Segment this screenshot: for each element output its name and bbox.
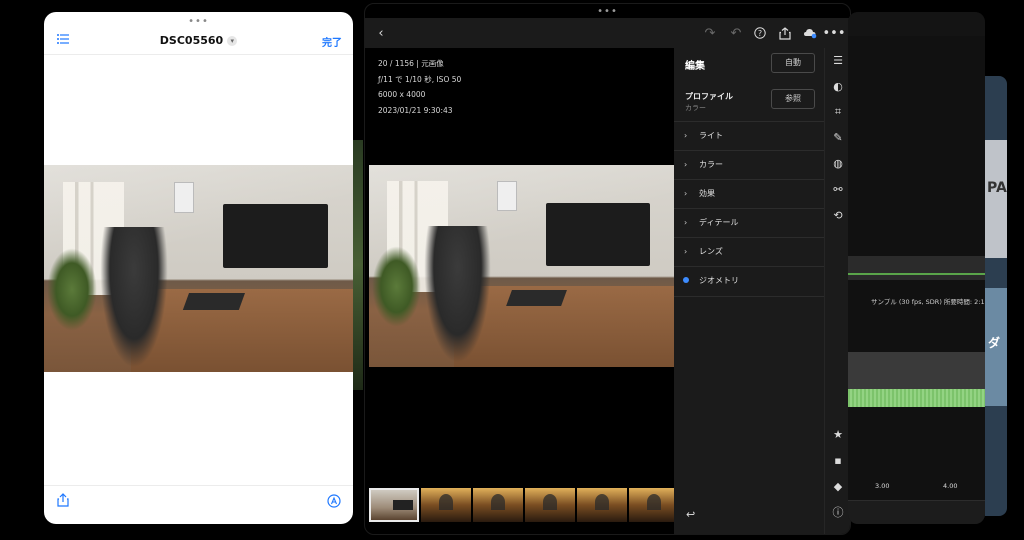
svg-text:?: ?	[758, 29, 762, 38]
chevron-right-icon: ›	[684, 131, 688, 140]
window-grabber[interactable]: •••	[597, 6, 618, 17]
help-icon[interactable]: ?	[752, 25, 768, 41]
info-date: 2023/01/21 9:30:43	[378, 105, 453, 115]
filmstrip	[369, 488, 674, 522]
chevron-right-icon: ›	[684, 247, 688, 256]
back-icon[interactable]: ‹	[373, 25, 389, 41]
section-label: レンズ	[699, 247, 723, 256]
window-grabber[interactable]: •••	[188, 16, 209, 27]
edit-sliders-icon[interactable]: ☰	[831, 54, 845, 68]
tool-strip: ☰ ◐ ⌗ ✎ ◍ ⚯ ⟲ ★ ▪ ◆ ⓘ	[824, 48, 850, 534]
comment-icon[interactable]: ▪	[831, 454, 845, 468]
presets-icon[interactable]: ◐	[831, 80, 845, 94]
divider	[44, 485, 353, 486]
window-footer	[848, 500, 985, 524]
chevron-down-icon: ▾	[227, 36, 238, 46]
chevron-right-icon: ›	[684, 160, 688, 169]
done-button[interactable]: 完了	[322, 34, 342, 49]
info-exposure: ƒ/11 で 1/10 秒, ISO 50	[378, 74, 462, 84]
share-icon[interactable]	[57, 493, 69, 507]
panel-title: 編集	[685, 61, 705, 72]
timeline-header	[848, 256, 985, 280]
profile-label: プロファイル	[685, 92, 733, 101]
section-label: ライト	[699, 131, 723, 140]
redo-icon[interactable]: ↷	[702, 25, 718, 41]
video-track	[848, 352, 985, 392]
crop-icon[interactable]: ⌗	[831, 105, 845, 119]
markup-icon[interactable]	[327, 494, 341, 508]
peek-text: ダ	[988, 336, 1001, 350]
masking-icon[interactable]: ◍	[831, 157, 845, 171]
lightroom-window: ••• ‹ ↷ ↶ ? ••• 20 / 1156 | 元画像 ƒ/11 で 1…	[364, 3, 851, 535]
modified-dot-icon	[683, 277, 689, 283]
clip-caption: サンプル (30 fps, SDR) 所要時間: 2:10.24	[871, 298, 985, 306]
file-title[interactable]: DSC05560 ▾	[44, 34, 353, 47]
background-edge	[353, 140, 363, 390]
filmstrip-thumb[interactable]	[421, 488, 471, 522]
peek-thumb: PA	[985, 140, 1007, 258]
timeline-tick: 3.00	[875, 482, 890, 490]
section-light[interactable]: › ライト	[674, 121, 824, 151]
section-effects[interactable]: › 効果	[674, 179, 824, 209]
section-detail[interactable]: › ディテール	[674, 208, 824, 238]
auto-button[interactable]: 自動	[771, 53, 815, 73]
more-icon[interactable]: •••	[823, 25, 846, 41]
chevron-right-icon: ›	[684, 218, 688, 227]
file-title-text: DSC05560	[159, 34, 224, 47]
section-geometry[interactable]: ジオメトリ	[674, 266, 824, 297]
tag-icon[interactable]: ◆	[831, 480, 845, 494]
peeking-window[interactable]: PA ダ	[985, 76, 1007, 516]
filmstrip-thumb[interactable]	[369, 488, 419, 522]
section-color[interactable]: › カラー	[674, 150, 824, 180]
info-dimensions: 6000 x 4000	[378, 90, 426, 99]
healing-brush-icon[interactable]: ✎	[831, 131, 845, 145]
chevron-right-icon: ›	[684, 189, 688, 198]
photo-info: 20 / 1156 | 元画像 ƒ/11 で 1/10 秒, ISO 50 60…	[378, 56, 461, 118]
photo-canvas[interactable]	[369, 165, 674, 367]
filmstrip-thumb[interactable]	[473, 488, 523, 522]
audio-waveform	[848, 389, 985, 407]
photo-viewer-window: ••• DSC05560 ▾ 完了	[44, 12, 353, 524]
section-label: カラー	[699, 160, 723, 169]
filmstrip-thumb[interactable]	[629, 488, 674, 522]
cloud-sync-icon[interactable]	[802, 25, 818, 41]
browse-button[interactable]: 参照	[771, 89, 815, 109]
profile-value: カラー	[685, 104, 706, 112]
window-header	[848, 12, 985, 36]
share-icon[interactable]	[777, 25, 793, 41]
timeline-tick: 4.00	[943, 482, 958, 490]
info-icon[interactable]: ⓘ	[831, 506, 845, 520]
photo-preview	[44, 165, 353, 372]
undo-icon[interactable]: ↶	[728, 25, 744, 41]
reset-icon[interactable]: ↩	[686, 508, 695, 521]
progress-line	[848, 273, 985, 275]
divider	[44, 54, 353, 55]
toolbar: ‹ ↷ ↶ ? •••	[365, 18, 850, 48]
peek-text: PA	[987, 180, 1007, 196]
remove-icon[interactable]: ⚯	[831, 183, 845, 197]
filmstrip-thumb[interactable]	[577, 488, 627, 522]
peek-thumb: ダ	[985, 288, 1007, 406]
background-window[interactable]: サンプル (30 fps, SDR) 所要時間: 2:10.24 3.00 4.…	[848, 12, 985, 524]
section-label: ディテール	[699, 218, 739, 227]
section-label: 効果	[699, 189, 715, 198]
history-icon[interactable]: ⟲	[831, 209, 845, 223]
filmstrip-thumb[interactable]	[525, 488, 575, 522]
section-label: ジオメトリ	[699, 276, 739, 285]
section-lens[interactable]: › レンズ	[674, 237, 824, 267]
star-icon[interactable]: ★	[831, 428, 845, 442]
edit-panel: 編集 自動 プロファイル カラー 参照 › ライト › カラー › 効果 › デ…	[674, 48, 824, 534]
info-count: 20 / 1156 | 元画像	[378, 59, 444, 68]
